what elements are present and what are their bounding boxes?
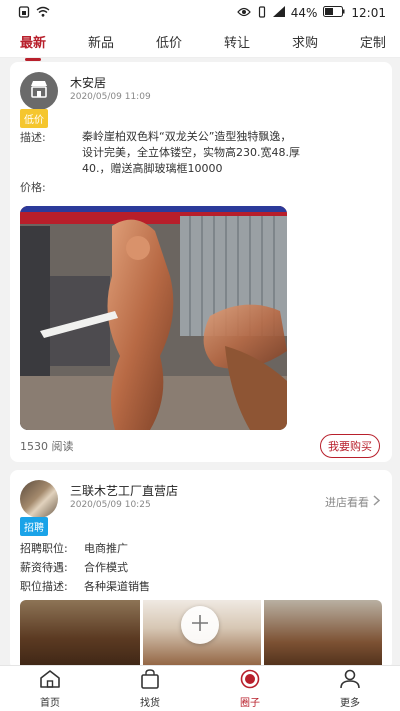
row-value: 电商推广 (84, 542, 128, 555)
buy-button[interactable]: 我要购买 (320, 434, 380, 458)
avatar[interactable] (20, 72, 58, 110)
signal-icon (272, 6, 285, 20)
nav-label: 首页 (40, 697, 60, 709)
post-card[interactable]: 木安居 2020/05/09 11:09 低价 描述: 秦岭崖柏双色料“双龙关公… (10, 62, 392, 462)
wifi-icon (36, 6, 50, 20)
description-label: 描述: (20, 131, 46, 144)
bag-icon (139, 668, 161, 692)
job-description-row: 职位描述: 各种渠道销售 (20, 578, 150, 594)
tab-latest[interactable]: 最新 (20, 30, 46, 53)
nav-label: 更多 (340, 697, 360, 709)
visit-shop-link[interactable]: 进店看看 (325, 494, 381, 510)
category-tabs: 最新 新品 低价 转让 求购 定制 (0, 26, 400, 58)
shop-icon (29, 80, 49, 102)
vibrate-icon (257, 5, 267, 21)
description-text: 秦岭崖柏双色料“双龙关公”造型独特飘逸，设计完美，全立体镂空，实物高230.宽4… (82, 130, 300, 175)
nav-label: 圈子 (240, 697, 260, 709)
nav-find-goods[interactable]: 找货 (120, 668, 180, 709)
tab-low-price[interactable]: 低价 (156, 30, 182, 53)
gallery-photo[interactable] (264, 600, 382, 670)
tab-transfer[interactable]: 转让 (224, 30, 250, 53)
price-label: 价格: (20, 181, 46, 194)
post-date: 2020/05/09 10:25 (70, 500, 151, 510)
visit-shop-label: 进店看看 (325, 496, 369, 509)
row-key: 职位描述: (20, 580, 68, 593)
row-key: 招聘职位: (20, 542, 68, 555)
avatar[interactable] (20, 480, 58, 518)
row-value: 各种渠道销售 (84, 580, 150, 593)
home-icon (39, 669, 61, 692)
author-name[interactable]: 木安居 (70, 74, 106, 91)
salary-row: 薪资待遇: 合作模式 (20, 559, 128, 575)
clock-time: 12:01 (351, 6, 386, 20)
bottom-nav: 首页 找货 圈子 更多 (0, 665, 400, 711)
sim-icon (18, 5, 30, 21)
nav-label: 找货 (140, 697, 160, 709)
category-badge: 招聘 (20, 517, 48, 536)
product-photo[interactable] (20, 206, 287, 430)
chevron-right-icon (373, 495, 381, 509)
eye-icon (236, 6, 251, 20)
circle-icon (239, 669, 261, 692)
post-date: 2020/05/09 11:09 (70, 92, 151, 102)
row-value: 合作模式 (84, 561, 128, 574)
nav-circle[interactable]: 圈子 (220, 669, 280, 709)
nav-home[interactable]: 首页 (20, 669, 80, 709)
nav-more[interactable]: 更多 (320, 669, 380, 709)
user-icon (339, 669, 361, 692)
battery-icon (323, 6, 345, 20)
category-badge: 低价 (20, 109, 48, 128)
add-post-button[interactable] (181, 606, 219, 644)
tab-custom[interactable]: 定制 (360, 30, 386, 53)
gallery-photo[interactable] (20, 600, 140, 670)
plus-icon (190, 613, 210, 637)
author-name[interactable]: 三联木艺工厂直营店 (70, 482, 178, 499)
row-key: 薪资待遇: (20, 561, 68, 574)
tab-wanted[interactable]: 求购 (292, 30, 318, 53)
read-count: 1530 阅读 (20, 440, 74, 453)
status-bar: 44% 12:01 (0, 0, 400, 26)
job-position-row: 招聘职位: 电商推广 (20, 540, 128, 556)
tab-new[interactable]: 新品 (88, 30, 114, 53)
battery-percent: 44% (290, 6, 318, 20)
